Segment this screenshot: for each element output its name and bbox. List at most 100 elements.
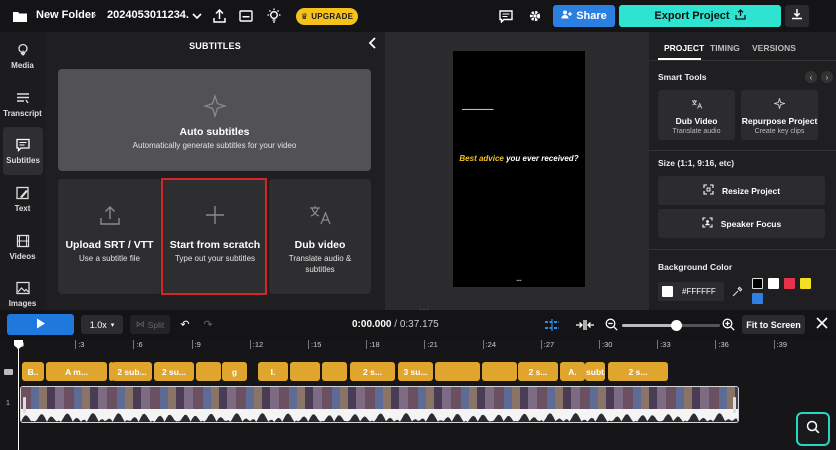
sidebar-item-label: Subtitles <box>6 155 40 165</box>
subtitle-clip[interactable] <box>435 362 480 381</box>
timeline-toolbar: 1.0x ▾ ⋈ Split ↶ ↷ 0:00.000 / 0:37.175 F… <box>0 310 836 340</box>
project-panel: PROJECT TIMING VERSIONS Smart Tools ‹ › … <box>649 32 836 310</box>
zoom-out-icon[interactable] <box>605 318 619 332</box>
card-title: Dub video <box>294 239 346 251</box>
subtitle-clip[interactable] <box>196 362 221 381</box>
search-button[interactable] <box>796 412 830 446</box>
subtitle-clip[interactable]: A m... <box>46 362 107 381</box>
sidebar-item-transcript[interactable]: Transcript <box>0 80 45 128</box>
sidebar-item-text[interactable]: Text <box>0 175 45 223</box>
background-color-hex: #FFFFFF <box>682 287 716 296</box>
undo-icon[interactable]: ↶ <box>178 317 192 331</box>
comments-icon[interactable] <box>498 8 514 24</box>
gear-icon[interactable] <box>527 8 543 24</box>
play-button[interactable] <box>7 314 74 335</box>
video-clip[interactable] <box>20 386 739 423</box>
subtitle-clip[interactable]: 2 s... <box>518 362 558 381</box>
download-button[interactable] <box>785 5 809 27</box>
chevron-right-icon[interactable]: › <box>821 71 833 83</box>
split-button[interactable]: ⋈ Split <box>130 315 170 334</box>
color-swatch[interactable] <box>800 278 811 289</box>
share-button[interactable]: Share <box>553 5 615 27</box>
trim-handle-left[interactable] <box>23 397 26 413</box>
divider <box>649 60 836 61</box>
speaker-focus-button[interactable]: Speaker Focus <box>658 209 825 238</box>
color-swatch[interactable] <box>752 278 763 289</box>
close-icon[interactable] <box>815 316 831 332</box>
subtitle-clip[interactable] <box>290 362 320 381</box>
subtitle-clip[interactable]: 2 sub... <box>112 362 152 381</box>
subtitle-clip[interactable]: 2 s... <box>350 362 395 381</box>
ruler-tick-label: :21 <box>424 340 438 349</box>
auto-subtitles-card[interactable]: Auto subtitles Automatically generate su… <box>58 69 371 171</box>
video-canvas[interactable]: ▬▬▬▬▬▬▬▬▬ Best advice you ever received?… <box>453 51 585 287</box>
subtitle-preview-icon[interactable] <box>238 8 254 24</box>
sidebar-item-media[interactable]: Media <box>0 32 45 80</box>
timeline[interactable]: 0:3:6:9:12:15:18:21:24:27:30:33:36:39 B.… <box>0 340 836 450</box>
export-project-button[interactable]: Export Project <box>619 5 781 27</box>
trim-handle-right[interactable] <box>733 397 736 413</box>
subtitle-clip[interactable]: 2 su... <box>154 362 194 381</box>
subtitle-track-icon <box>4 369 13 375</box>
tab-versions[interactable]: VERSIONS <box>752 43 796 53</box>
subtitle-clip[interactable]: A. <box>560 362 585 381</box>
tab-project[interactable]: PROJECT <box>664 43 704 53</box>
color-swatch[interactable] <box>768 278 779 289</box>
current-color-swatch <box>662 286 673 297</box>
video-preview[interactable]: ▬▬▬▬▬▬▬▬▬ Best advice you ever received?… <box>385 32 649 310</box>
subtitle-clip[interactable] <box>482 362 517 381</box>
speed-value: 1.0x <box>89 319 107 330</box>
project-name[interactable]: 2024053011234. <box>107 9 189 21</box>
redo-icon[interactable]: ↷ <box>201 317 215 331</box>
sidebar-item-videos[interactable]: Videos <box>0 223 45 271</box>
subtitle-clip[interactable] <box>322 362 347 381</box>
magnet-snap-icon[interactable] <box>543 318 561 332</box>
card-title: Auto subtitles <box>179 126 250 138</box>
zoom-slider[interactable] <box>622 320 720 331</box>
zoom-slider-handle[interactable] <box>670 320 682 331</box>
background-color-field[interactable]: #FFFFFF <box>658 282 724 301</box>
sparkle-icon <box>202 93 227 123</box>
color-swatch[interactable] <box>784 278 795 289</box>
export-icon <box>734 9 746 23</box>
repurpose-project-tool[interactable]: Repurpose Project Create key clips <box>741 90 818 140</box>
zoom-in-icon[interactable] <box>722 318 736 332</box>
upgrade-label: UPGRADE <box>311 12 354 21</box>
upload-icon[interactable] <box>211 8 227 24</box>
playback-speed-select[interactable]: 1.0x ▾ <box>81 315 123 334</box>
subtitle-clip[interactable]: 3 su... <box>398 362 433 381</box>
collapse-panel-icon[interactable] <box>367 36 379 52</box>
tab-timing[interactable]: TIMING <box>710 43 740 53</box>
folder-icon[interactable] <box>12 9 28 23</box>
dub-video-tool[interactable]: Dub Video Translate audio <box>658 90 735 140</box>
resize-project-button[interactable]: Resize Project <box>658 176 825 205</box>
sidebar-item-label: Transcript <box>3 108 42 118</box>
images-icon <box>15 281 30 294</box>
dub-video-card[interactable]: Dub video Translate audio & subtitles <box>269 179 371 294</box>
upload-srt-card[interactable]: Upload SRT / VTT Use a subtitle file <box>58 179 161 294</box>
subtitle-clip[interactable]: 2 s... <box>608 362 668 381</box>
chevron-left-icon[interactable]: ‹ <box>805 71 817 83</box>
subtitle-clip[interactable]: g <box>222 362 247 381</box>
ruler-tick-label: :15 <box>307 340 322 349</box>
sidebar-item-subtitles[interactable]: Subtitles <box>3 127 43 175</box>
folder-name[interactable]: New Folder <box>36 9 95 21</box>
playhead <box>18 347 19 450</box>
eyedropper-icon[interactable] <box>732 284 744 297</box>
ruler-tick-label: :18 <box>366 340 380 349</box>
subtitle-caption[interactable]: Best advice you ever received? <box>453 154 585 163</box>
subtitle-clip[interactable]: I. <box>258 362 288 381</box>
upgrade-button[interactable]: ♛ UPGRADE <box>296 8 358 25</box>
divider <box>649 249 836 250</box>
crown-icon: ♛ <box>300 12 309 21</box>
subtitle-clip[interactable]: B.. <box>22 362 44 381</box>
split-icon: ⋈ <box>135 319 145 329</box>
fit-to-screen-button[interactable]: Fit to Screen <box>742 315 805 334</box>
text-icon <box>15 186 29 199</box>
fit-clips-icon[interactable] <box>575 318 595 332</box>
chevron-down-icon[interactable] <box>190 9 204 23</box>
subtitle-clip[interactable]: 2 subt... <box>585 362 605 381</box>
color-swatch[interactable] <box>752 293 763 304</box>
lightbulb-icon[interactable] <box>266 7 282 24</box>
smart-tools-label: Smart Tools <box>658 72 707 82</box>
